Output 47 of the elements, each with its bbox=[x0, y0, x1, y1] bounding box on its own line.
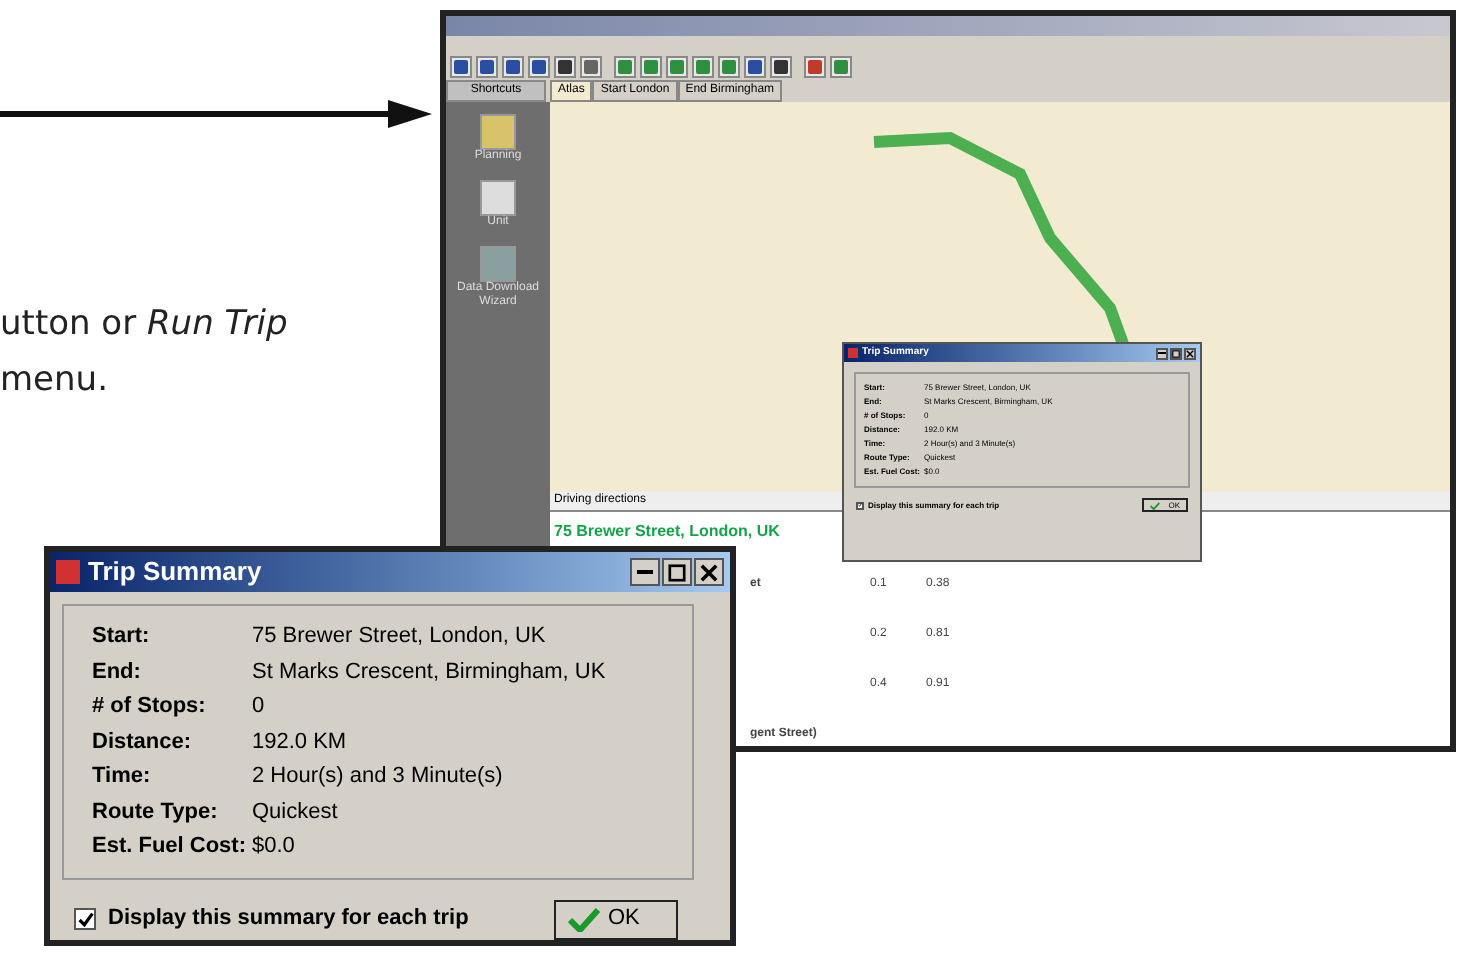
minimize-icon bbox=[1158, 352, 1166, 354]
field-label: End: bbox=[92, 657, 141, 687]
toolbar-button[interactable] bbox=[502, 56, 524, 78]
minimize-icon bbox=[636, 570, 654, 574]
checkbox[interactable] bbox=[74, 908, 96, 930]
toolbar-button[interactable] bbox=[744, 56, 766, 78]
app-icon bbox=[848, 348, 858, 358]
checkmark-icon bbox=[568, 907, 600, 931]
close-icon bbox=[1186, 349, 1194, 357]
field-value: 192.0 KM bbox=[252, 727, 347, 757]
checkbox[interactable] bbox=[856, 501, 864, 509]
field-value: 0 bbox=[252, 692, 265, 722]
field-value: $0.0 bbox=[252, 832, 295, 862]
maximize-button[interactable] bbox=[1170, 347, 1182, 359]
maximize-icon bbox=[1172, 349, 1180, 357]
field-label: # of Stops: bbox=[92, 692, 206, 722]
field-value: 75 Brewer Street, London, UK bbox=[252, 622, 546, 652]
field-label: Est. Fuel Cost: bbox=[92, 832, 247, 862]
window-title: Trip Summary bbox=[88, 554, 262, 591]
field-label: Distance: bbox=[92, 727, 192, 757]
checkmark-icon bbox=[1150, 501, 1161, 509]
maximize-button[interactable] bbox=[662, 558, 692, 586]
checkbox-label: Display this summary for each trip bbox=[108, 904, 469, 935]
toolbar-button[interactable] bbox=[770, 56, 792, 78]
field-label: Route Type: bbox=[92, 797, 218, 827]
toolbar-button[interactable] bbox=[580, 56, 602, 78]
toolbar-button[interactable] bbox=[554, 56, 576, 78]
maximize-icon bbox=[668, 563, 686, 581]
toolbar-button[interactable] bbox=[476, 56, 498, 78]
caption-text: utton or Run Trip bbox=[0, 302, 288, 348]
caption-text: menu. bbox=[0, 358, 108, 404]
field-value: St Marks Crescent, Birmingham, UK bbox=[252, 657, 606, 687]
close-button[interactable] bbox=[694, 558, 724, 586]
minimize-button[interactable] bbox=[1156, 347, 1168, 359]
toolbar-button[interactable] bbox=[450, 56, 472, 78]
field-label: Time: bbox=[92, 762, 151, 792]
field-value: 2 Hour(s) and 3 Minute(s) bbox=[252, 762, 503, 792]
app-icon bbox=[56, 560, 80, 584]
toolbar-button[interactable] bbox=[528, 56, 550, 78]
field-value: Quickest bbox=[252, 797, 338, 827]
field-label: Start: bbox=[92, 622, 150, 652]
close-icon bbox=[700, 563, 718, 581]
start-address: 75 Brewer Street, London, UK bbox=[552, 520, 782, 544]
toolbar-button[interactable] bbox=[804, 56, 826, 78]
minimize-button[interactable] bbox=[630, 558, 660, 586]
ok-button[interactable]: OK bbox=[554, 899, 678, 939]
close-button[interactable] bbox=[1184, 347, 1196, 359]
